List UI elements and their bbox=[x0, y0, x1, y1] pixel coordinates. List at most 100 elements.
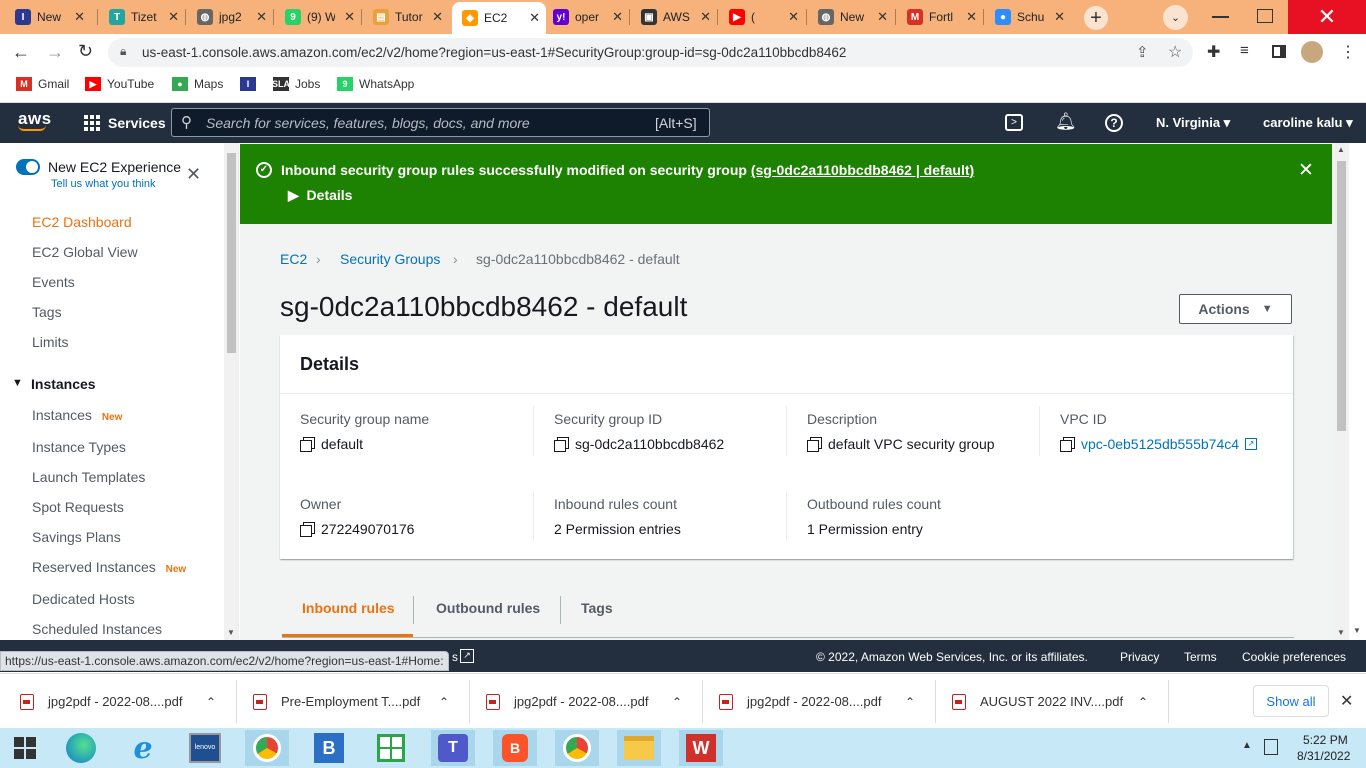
close-tab-icon[interactable]: ✕ bbox=[432, 9, 443, 25]
browser-tab[interactable]: ▤ Tutor ✕ bbox=[363, 4, 449, 30]
chrome-icon[interactable] bbox=[245, 730, 289, 766]
copy-icon[interactable] bbox=[807, 437, 822, 452]
tab-outbound-rules[interactable]: Outbound rules bbox=[436, 600, 540, 616]
dismiss-flash-icon[interactable]: ✕ bbox=[1298, 159, 1314, 182]
close-tab-icon[interactable]: ✕ bbox=[700, 9, 711, 25]
sidebar-item[interactable]: Tags bbox=[32, 304, 62, 320]
sidebar-item[interactable]: Instances New bbox=[32, 407, 122, 423]
services-grid-icon[interactable] bbox=[84, 115, 100, 131]
windows-start-icon[interactable] bbox=[3, 730, 47, 766]
close-tab-icon[interactable]: ✕ bbox=[788, 9, 799, 25]
lenovo-icon[interactable]: lenovo bbox=[183, 730, 227, 766]
chevron-up-icon[interactable]: ⌃ bbox=[439, 695, 449, 709]
clock-time[interactable]: 5:22 PM bbox=[1303, 733, 1348, 747]
instances-collapse-icon[interactable]: ▼ bbox=[12, 377, 23, 389]
browser-tab[interactable]: ▣ AWS ✕ bbox=[631, 4, 717, 30]
copy-icon[interactable] bbox=[554, 437, 569, 452]
bookmark-star-icon[interactable]: ☆ bbox=[1168, 42, 1182, 62]
share-icon[interactable]: ⇪ bbox=[1136, 43, 1149, 61]
cookie-preferences-link[interactable]: Cookie preferences bbox=[1242, 650, 1346, 664]
services-menu[interactable]: Services bbox=[108, 115, 166, 131]
copy-icon[interactable] bbox=[1060, 437, 1075, 452]
vpc-id-link[interactable]: vpc-0eb5125db555b74c4 bbox=[1081, 436, 1239, 452]
bookmark-item[interactable]: M Gmail bbox=[16, 77, 69, 91]
notifications-bell-icon[interactable]: 🔔︎ bbox=[1055, 112, 1077, 132]
browser-tab[interactable]: 9 (9) W ✕ bbox=[275, 4, 361, 30]
side-panel-icon[interactable] bbox=[1272, 45, 1286, 58]
footer-partial-text[interactable]: s bbox=[452, 650, 458, 664]
clock-date[interactable]: 8/31/2022 bbox=[1297, 749, 1350, 763]
browser-tab[interactable]: ◆ EC2 ✕ bbox=[452, 2, 546, 34]
show-all-button[interactable]: Show all bbox=[1253, 685, 1329, 717]
close-sidebar-icon[interactable]: ✕ bbox=[186, 164, 201, 185]
close-tab-icon[interactable]: ✕ bbox=[74, 9, 85, 25]
account-menu[interactable]: caroline kalu ▾ bbox=[1263, 115, 1353, 131]
edge-icon[interactable] bbox=[59, 730, 103, 766]
sidebar-item[interactable]: Instance Types bbox=[32, 439, 126, 455]
restore-icon[interactable] bbox=[1257, 9, 1273, 23]
close-downloads-icon[interactable]: ✕ bbox=[1340, 691, 1353, 711]
tab-inbound-rules[interactable]: Inbound rules bbox=[302, 600, 395, 616]
sidebar-item[interactable]: Launch Templates bbox=[32, 469, 145, 485]
teams-icon[interactable]: T bbox=[431, 730, 475, 766]
browser-tab[interactable]: y! oper ✕ bbox=[543, 4, 629, 30]
media-control-icon[interactable]: ≡ bbox=[1240, 42, 1249, 59]
copy-icon[interactable] bbox=[300, 522, 315, 537]
copy-icon[interactable] bbox=[300, 437, 315, 452]
close-tab-icon[interactable]: ✕ bbox=[877, 9, 888, 25]
main-scrollbar[interactable]: ▲ ▼ bbox=[1334, 143, 1349, 640]
close-tab-icon[interactable]: ✕ bbox=[612, 9, 623, 25]
bing-icon[interactable]: B bbox=[307, 730, 351, 766]
menu-icon[interactable]: ⋮ bbox=[1340, 42, 1356, 62]
browser-tab[interactable]: ● Schu ✕ bbox=[985, 4, 1071, 30]
feedback-link[interactable]: Tell us what you think bbox=[51, 178, 156, 190]
sidebar-item[interactable]: Dedicated Hosts bbox=[32, 591, 135, 607]
chevron-up-icon[interactable]: ⌃ bbox=[905, 695, 915, 709]
tab-search-icon[interactable]: ⌄ bbox=[1163, 5, 1188, 30]
chevron-up-icon[interactable]: ⌃ bbox=[672, 695, 682, 709]
sidebar-item[interactable]: Reserved Instances New bbox=[32, 559, 186, 575]
flash-details-toggle[interactable]: ▶ Details bbox=[288, 187, 352, 204]
wps-office-icon[interactable]: W bbox=[679, 730, 723, 766]
tray-device-icon[interactable] bbox=[1264, 739, 1278, 755]
region-selector[interactable]: N. Virginia ▾ bbox=[1156, 115, 1230, 131]
browser-tab[interactable]: ◍ jpg2 ✕ bbox=[187, 4, 273, 30]
tab-tags[interactable]: Tags bbox=[581, 600, 613, 616]
close-tab-icon[interactable]: ✕ bbox=[1054, 9, 1065, 25]
bookmark-item[interactable]: 9 WhatsApp bbox=[337, 77, 414, 91]
bookmark-item[interactable]: ● Maps bbox=[172, 77, 223, 91]
back-icon[interactable]: ← bbox=[12, 42, 30, 63]
actions-button[interactable]: Actions ▼ bbox=[1179, 294, 1292, 324]
reload-icon[interactable]: ↻ bbox=[78, 41, 93, 62]
sidebar-item[interactable]: EC2 Dashboard bbox=[32, 214, 132, 230]
tray-chevron-icon[interactable]: ▲ bbox=[1242, 740, 1252, 751]
bookmark-item[interactable]: SLA Jobs bbox=[272, 77, 320, 91]
bookmark-item[interactable]: I bbox=[240, 77, 262, 91]
close-tab-icon[interactable]: ✕ bbox=[966, 9, 977, 25]
help-icon[interactable]: ? bbox=[1105, 114, 1123, 132]
address-bar[interactable]: 🔒︎ us-east-1.console.aws.amazon.com/ec2/… bbox=[108, 38, 1193, 67]
external-link-icon[interactable]: ↗ bbox=[460, 649, 474, 663]
sidebar-item[interactable]: Scheduled Instances bbox=[32, 621, 162, 637]
browser-tab[interactable]: ◍ New ✕ bbox=[808, 4, 894, 30]
browser-tab[interactable]: ▶ (✕ bbox=[719, 4, 805, 30]
chrome-icon[interactable] bbox=[555, 730, 599, 766]
close-tab-icon[interactable]: ✕ bbox=[344, 9, 355, 25]
close-tab-icon[interactable]: ✕ bbox=[529, 10, 540, 26]
sidebar-item[interactable]: EC2 Global View bbox=[32, 244, 138, 260]
cloudshell-icon[interactable]: > bbox=[1005, 114, 1023, 131]
internet-explorer-icon[interactable]: e bbox=[121, 730, 165, 766]
brave-icon[interactable]: B bbox=[493, 730, 537, 766]
chevron-up-icon[interactable]: ⌃ bbox=[1138, 695, 1148, 709]
minimize-icon[interactable] bbox=[1212, 16, 1229, 18]
download-item[interactable]: jpg2pdf - 2022-08....pdf ⌃ bbox=[20, 674, 216, 729]
download-item[interactable]: Pre-Employment T....pdf ⌃ bbox=[253, 674, 449, 729]
browser-tab[interactable]: I New ✕ bbox=[5, 4, 91, 30]
external-link-icon[interactable]: ↗ bbox=[1245, 438, 1258, 450]
browser-tab[interactable]: T Tizet ✕ bbox=[99, 4, 185, 30]
terms-link[interactable]: Terms bbox=[1184, 650, 1217, 664]
close-tab-icon[interactable]: ✕ bbox=[168, 9, 179, 25]
outer-scrollbar-arrow[interactable]: ▼ bbox=[1353, 626, 1361, 635]
close-tab-icon[interactable]: ✕ bbox=[256, 9, 267, 25]
file-explorer-icon[interactable] bbox=[617, 730, 661, 766]
